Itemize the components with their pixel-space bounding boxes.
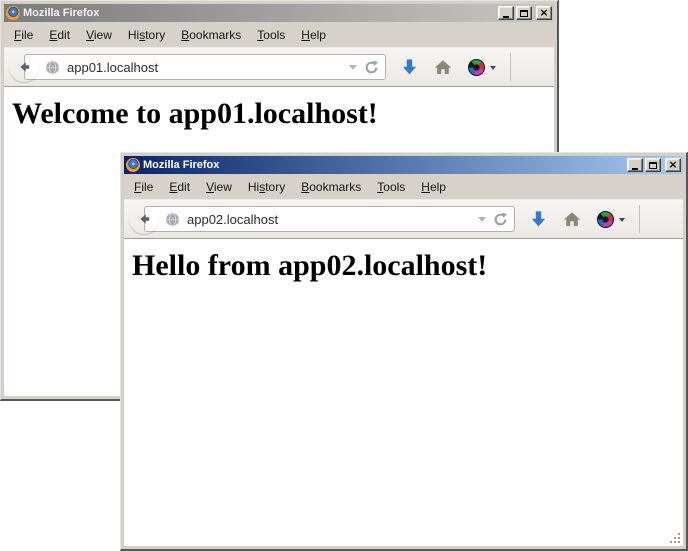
menu-item-edit[interactable]: Edit (41, 25, 78, 45)
menu-item-edit[interactable]: Edit (161, 177, 198, 197)
close-icon: × (539, 7, 548, 18)
globe-icon[interactable] (45, 60, 60, 75)
reload-icon[interactable] (493, 212, 508, 227)
maximize-button[interactable] (645, 158, 661, 172)
titlebar[interactable]: Mozilla Firefox × (4, 4, 554, 22)
color-wheel-icon (597, 211, 614, 228)
extension-button[interactable] (468, 59, 496, 76)
firefox-window-app02: Mozilla Firefox × FileEditViewHistoryBoo… (120, 152, 688, 551)
window-title: Mozilla Firefox (143, 159, 624, 171)
reload-icon[interactable] (364, 60, 379, 75)
menu-item-history[interactable]: History (120, 25, 173, 45)
home-button[interactable] (563, 211, 581, 227)
resize-grip[interactable] (668, 531, 682, 545)
back-arrow-icon (136, 211, 152, 227)
window-title: Mozilla Firefox (23, 7, 495, 19)
chevron-down-icon[interactable] (478, 217, 486, 226)
chevron-down-icon (490, 66, 496, 73)
address-bar[interactable]: app01.localhost (24, 54, 386, 80)
maximize-icon (520, 10, 528, 17)
app-menu-button[interactable] (653, 212, 673, 227)
address-bar[interactable]: app02.localhost (144, 206, 515, 232)
maximize-button[interactable] (516, 6, 532, 20)
download-button[interactable] (401, 58, 418, 76)
back-arrow-icon (16, 59, 32, 75)
firefox-logo-icon (126, 158, 140, 172)
firefox-logo-icon (6, 6, 20, 20)
titlebar[interactable]: Mozilla Firefox × (124, 156, 683, 174)
toolbar-separator (639, 205, 640, 233)
navigation-toolbar: app01.localhost (4, 47, 554, 87)
download-button[interactable] (530, 210, 547, 228)
chevron-down-icon[interactable] (349, 65, 357, 74)
window-controls: × (498, 6, 552, 20)
menu-item-file[interactable]: File (126, 177, 161, 197)
menu-item-tools[interactable]: Tools (249, 25, 293, 45)
url-text: app02.localhost (187, 212, 471, 227)
close-button[interactable]: × (665, 158, 681, 172)
window-controls: × (627, 158, 681, 172)
menu-item-tools[interactable]: Tools (369, 177, 413, 197)
home-icon (434, 59, 452, 75)
back-button[interactable] (129, 204, 159, 234)
menu-item-history[interactable]: History (240, 177, 293, 197)
menu-bar: FileEditViewHistoryBookmarksToolsHelp (124, 174, 683, 199)
resize-grip-icon (670, 533, 681, 544)
home-button[interactable] (434, 59, 452, 75)
close-icon: × (668, 159, 677, 170)
menu-item-bookmarks[interactable]: Bookmarks (293, 177, 369, 197)
home-icon (563, 211, 581, 227)
toolbar-separator (510, 53, 511, 81)
chevron-down-icon (619, 218, 625, 225)
close-button[interactable]: × (536, 6, 552, 20)
menu-bar: FileEditViewHistoryBookmarksToolsHelp (4, 22, 554, 47)
menu-item-view[interactable]: View (78, 25, 120, 45)
download-arrow-icon (530, 210, 547, 228)
back-button[interactable] (9, 52, 39, 82)
extension-button[interactable] (597, 211, 625, 228)
toolbar-buttons (530, 205, 673, 233)
toolbar-buttons (401, 53, 544, 81)
menu-item-help[interactable]: Help (413, 177, 454, 197)
menu-item-file[interactable]: File (6, 25, 41, 45)
download-arrow-icon (401, 58, 418, 76)
minimize-button[interactable] (498, 6, 514, 20)
url-text: app01.localhost (67, 60, 342, 75)
menu-item-bookmarks[interactable]: Bookmarks (173, 25, 249, 45)
minimize-icon (503, 16, 509, 18)
minimize-icon (632, 168, 638, 170)
menu-item-view[interactable]: View (198, 177, 240, 197)
globe-icon[interactable] (165, 212, 180, 227)
page-heading: Hello from app02.localhost! (124, 249, 683, 283)
menu-item-help[interactable]: Help (293, 25, 334, 45)
maximize-icon (649, 162, 657, 169)
color-wheel-icon (468, 59, 485, 76)
app-menu-button[interactable] (524, 60, 544, 75)
minimize-button[interactable] (627, 158, 643, 172)
page-content: Hello from app02.localhost! (124, 239, 683, 546)
page-heading: Welcome to app01.localhost! (4, 97, 554, 131)
navigation-toolbar: app02.localhost (124, 199, 683, 239)
